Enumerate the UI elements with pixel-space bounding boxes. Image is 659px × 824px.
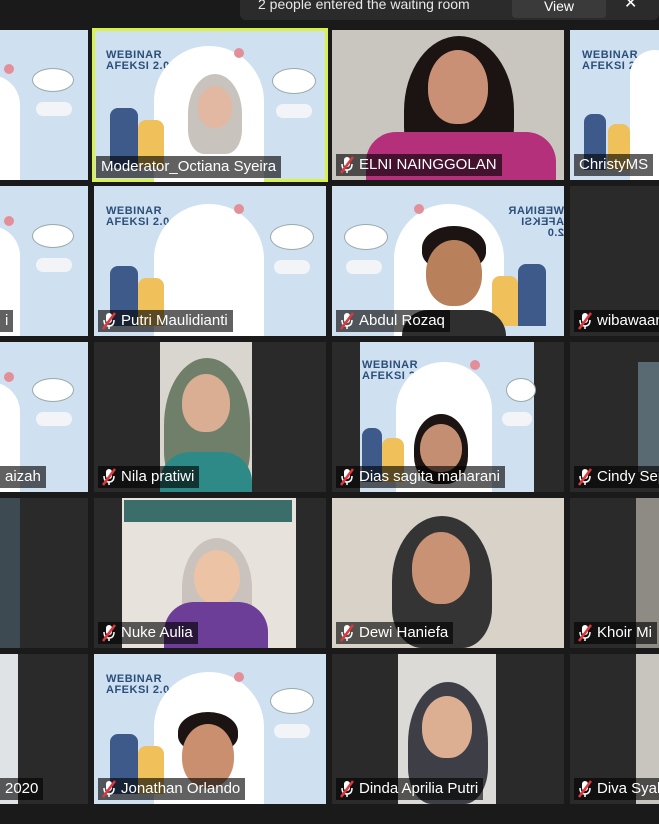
video-tile[interactable]: ELNI NAINGGOLAN (332, 30, 564, 180)
illustration-person (518, 264, 546, 326)
muted-mic-icon (578, 468, 592, 486)
video-tile[interactable]: Khoir Mi (570, 498, 659, 648)
participant-face (420, 424, 462, 472)
pin-icon (234, 48, 244, 58)
webinar-title: WEBINAR AFEKSI 2.0 (106, 205, 170, 228)
participant-name-tag: Nuke Aulia (98, 622, 198, 644)
participant-face (412, 532, 470, 604)
video-tile[interactable]: i (0, 186, 88, 336)
notification-message: 2 people entered the waiting room (258, 0, 470, 12)
participant-name-tag: wibawaan (574, 310, 659, 332)
participant-face (198, 86, 232, 128)
participant-name-tag: Nila pratiwi (98, 466, 200, 488)
video-grid: WEBINAR AFEKSI 2.0 Moderator_Octiana Syei… (0, 0, 659, 824)
participant-face (194, 550, 240, 604)
muted-mic-icon (340, 156, 354, 174)
participant-name-tag: Dewi Haniefa (336, 622, 454, 644)
video-tile[interactable] (0, 30, 88, 180)
cloud (36, 102, 72, 116)
video-tile[interactable]: WEBINAR AFEKSI 2.0 Abdul Rozaq (332, 186, 564, 336)
cloud (36, 258, 72, 272)
muted-mic-icon (340, 468, 354, 486)
participant-video (0, 498, 20, 648)
webinar-title: WEBINAR AFEKSI 2.0 (106, 49, 170, 72)
participant-name-tag: ELNI NAINGGOLAN (336, 154, 502, 176)
participant-name-tag: i (0, 310, 14, 332)
muted-mic-icon (578, 312, 592, 330)
speech-bubble (506, 378, 536, 402)
participant-face (182, 374, 230, 432)
pin-icon (4, 64, 14, 74)
cloud (36, 412, 72, 426)
muted-mic-icon (340, 780, 354, 798)
cloud (502, 412, 532, 426)
muted-mic-icon (102, 312, 116, 330)
muted-mic-icon (102, 780, 116, 798)
video-tile[interactable]: WEBINAR AFEKSI 2.0 Putri Maulidianti (94, 186, 326, 336)
pin-icon (4, 216, 14, 226)
video-tile[interactable]: Dinda Aprilia Putri (332, 654, 564, 804)
muted-mic-icon (102, 468, 116, 486)
participant-name-tag: Jonathan Orlando (98, 778, 246, 800)
video-tile[interactable]: WEBINAR AFEKSI 2.0 Jonathan Orlando (94, 654, 326, 804)
participant-name-tag: Abdul Rozaq (336, 310, 450, 332)
webinar-arch (0, 75, 20, 180)
participant-name-tag: Dinda Aprilia Putri (336, 778, 484, 800)
participant-face (426, 240, 482, 306)
pin-icon (414, 204, 424, 214)
participant-face (422, 696, 472, 758)
participant-name-tag: Putri Maulidianti (98, 310, 233, 332)
video-tile[interactable]: wibawaan (570, 186, 659, 336)
participant-video (638, 362, 659, 472)
webinar-title-mirrored: WEBINAR AFEKSI 2.0 (507, 205, 564, 239)
muted-mic-icon (340, 624, 354, 642)
cloud (274, 724, 310, 738)
video-tile[interactable]: WEBINAR AFEKSI 2.0 Dias sagita maharani (332, 342, 564, 492)
cloud (274, 260, 310, 274)
cloud (276, 104, 312, 118)
speech-bubble (272, 68, 316, 94)
speech-bubble (32, 68, 74, 92)
video-tile[interactable] (0, 498, 88, 648)
video-tile[interactable]: Cindy Sep (570, 342, 659, 492)
video-tile[interactable]: Nila pratiwi (94, 342, 326, 492)
video-tile[interactable]: Nuke Aulia (94, 498, 326, 648)
pin-icon (234, 672, 244, 682)
video-tile[interactable]: Dewi Haniefa (332, 498, 564, 648)
video-tile-active[interactable]: WEBINAR AFEKSI 2.0 Moderator_Octiana Syei… (92, 28, 328, 182)
muted-mic-icon (578, 624, 592, 642)
participant-name-tag: Dias sagita maharani (336, 466, 505, 488)
view-button[interactable]: View (512, 0, 606, 18)
pin-icon (4, 372, 14, 382)
speech-bubble (32, 224, 74, 248)
speech-bubble (270, 224, 314, 250)
picture-frame (124, 500, 292, 522)
video-tile[interactable]: aizah (0, 342, 88, 492)
participant-face (428, 50, 488, 124)
participant-name-tag: ChristyMS (574, 154, 654, 176)
video-tile[interactable]: WEBINAR AFEKSI 2.0 ChristyMS (570, 30, 659, 180)
participant-name-tag: Cindy Sep (574, 466, 659, 488)
speech-bubble (344, 224, 388, 250)
muted-mic-icon (578, 780, 592, 798)
waiting-room-notification: 2 people entered the waiting room View ✕ (240, 0, 659, 20)
speech-bubble (270, 688, 314, 714)
participant-name-tag: Diva Syah (574, 778, 659, 800)
muted-mic-icon (102, 624, 116, 642)
participant-name-tag: Khoir Mi (574, 622, 658, 644)
participant-name-tag: aizah (0, 466, 46, 488)
close-icon[interactable]: ✕ (624, 0, 637, 12)
video-tile[interactable]: 2020 (0, 654, 88, 804)
speech-bubble (32, 378, 74, 402)
video-tile[interactable]: Diva Syah (570, 654, 659, 804)
pin-icon (234, 204, 244, 214)
participant-name-tag: 2020 (0, 778, 44, 800)
participant-name-tag: Moderator_Octiana Syeira (96, 156, 282, 178)
pin-icon (470, 360, 480, 370)
muted-mic-icon (340, 312, 354, 330)
cloud (346, 260, 382, 274)
webinar-title: WEBINAR AFEKSI 2.0 (106, 673, 170, 696)
